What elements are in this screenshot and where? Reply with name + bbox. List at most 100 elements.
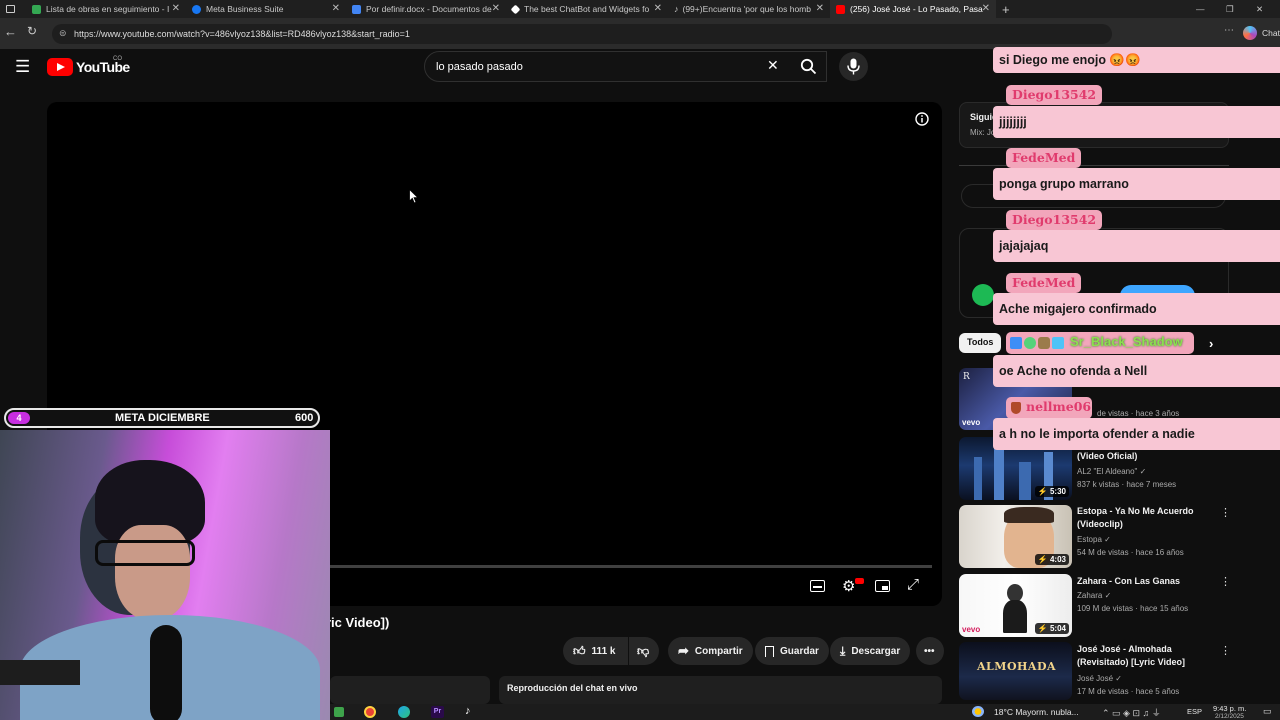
related-title[interactable]: José José - Almohada (Revisitado) [Lyric… [1077, 643, 1212, 669]
related-thumb[interactable]: ⚡ 4:03 [959, 505, 1072, 568]
tab-chatbot[interactable]: The best ChatBot and Widgets fo ✕ [506, 0, 668, 18]
chat-message-text: a h no le importa ofender a nadie [999, 427, 1195, 441]
like-count: 111 k [591, 645, 616, 657]
sheets-icon [32, 4, 41, 14]
app-icon[interactable] [334, 707, 344, 717]
premiere-icon[interactable]: Pr [431, 706, 444, 718]
tab-obras[interactable]: Lista de obras en seguimiento - I ✕ [26, 0, 186, 18]
miniplayer-icon[interactable] [875, 580, 890, 592]
close-tab-icon[interactable]: ✕ [172, 3, 180, 14]
playlist-mix-label: Mix: Jo [970, 128, 996, 137]
divider [959, 165, 1229, 166]
tab-youtube[interactable]: (256) José José - Lo Pasado, Pasa ✕ [830, 0, 996, 18]
download-icon: ⤓ [840, 643, 846, 658]
close-tab-icon[interactable]: ✕ [654, 3, 662, 14]
tab-tiktok[interactable]: ♪ (99+)Encuentra 'por que los homb ✕ [668, 0, 830, 18]
share-button[interactable]: ➦ Compartir [668, 637, 753, 665]
channel-name: AL2 "El Aldeano" [1077, 467, 1138, 476]
related-channel: José José ✓ [1077, 674, 1122, 683]
system-tray-icons[interactable]: ⌃ ▭ ◈ ⊡ ♫ ⏚ [1102, 706, 1161, 719]
mic-arm-shape [0, 660, 80, 685]
description-box[interactable] [330, 676, 490, 704]
chat-username-badge: nellme06 [1006, 397, 1092, 419]
clock-time[interactable]: 9:43 p. m. [1213, 704, 1246, 713]
dislike-button[interactable]: 👎︎ [629, 637, 659, 665]
video-progress-bar[interactable] [330, 565, 932, 568]
more-vert-icon[interactable]: ⋮ [1220, 506, 1231, 519]
notifications-icon[interactable]: ▭ [1263, 706, 1272, 717]
related-thumb[interactable]: vevo ⚡ 5:04 [959, 574, 1072, 637]
related-thumb[interactable]: ALMOHADA [959, 642, 1072, 700]
chat-replay-panel[interactable]: Reproducción del chat en vivo [499, 676, 942, 704]
stream-goal-bar: 4 META DICIEMBRE 600 [4, 408, 320, 428]
chat-message: Ache migajero confirmado [993, 293, 1280, 325]
voice-search-button[interactable] [839, 52, 868, 81]
menu-icon[interactable]: ☰ [15, 57, 30, 77]
settings-icon[interactable]: ⚙ [842, 577, 855, 595]
edge-icon[interactable] [398, 706, 410, 718]
related-stats: 17 M de vistas · hace 5 años [1077, 687, 1180, 696]
microphone-shape [150, 625, 182, 720]
language[interactable]: ESP [1187, 707, 1202, 716]
clear-search-icon[interactable]: ✕ [767, 57, 779, 74]
chat-message: ponga grupo marrano [993, 168, 1280, 200]
tab-meta[interactable]: Meta Business Suite ✕ [186, 0, 346, 18]
close-tab-icon[interactable]: ✕ [332, 3, 340, 14]
badge-icon [1052, 337, 1064, 349]
tab-label: The best ChatBot and Widgets fo [524, 4, 650, 14]
copilot-icon[interactable] [1243, 26, 1257, 40]
close-tab-icon[interactable]: ✕ [816, 3, 824, 14]
search-icon [800, 58, 817, 75]
related-title[interactable]: Estopa - Ya No Me Acuerdo (Videoclip) [1077, 505, 1212, 531]
site-info-icon[interactable]: ⊜ [59, 28, 67, 39]
vevo-logo: vevo [962, 625, 981, 634]
close-tab-icon[interactable]: ✕ [982, 3, 990, 14]
building-shape [1019, 462, 1031, 500]
related-title[interactable]: (Video Oficial) [1077, 450, 1212, 463]
close-tab-icon[interactable]: ✕ [492, 3, 500, 14]
save-button[interactable]: Guardar [755, 637, 829, 665]
thumb-initial: R [963, 372, 970, 382]
chrome-icon[interactable] [364, 706, 376, 718]
related-stats: 109 M de vistas · hace 15 años [1077, 604, 1189, 613]
thumb-title-text: ALMOHADA [977, 660, 1057, 673]
back-icon[interactable]: ← [4, 24, 17, 39]
channel-name: Estopa [1077, 535, 1102, 544]
url-field[interactable]: ⊜ https://www.youtube.com/watch?v=486vly… [52, 24, 1112, 44]
chat-username: FedeMed [1006, 148, 1082, 168]
fullscreen-icon[interactable]: ⤢ [907, 576, 919, 593]
related-stats: 837 k vistas · hace 7 meses [1077, 480, 1177, 489]
new-tab-button[interactable]: + [996, 0, 1020, 18]
more-vert-icon[interactable]: ⋮ [1220, 575, 1231, 588]
chat-username: Diego13542 [1006, 85, 1103, 105]
youtube-favicon-icon [836, 4, 845, 14]
spotify-icon [972, 284, 994, 306]
chat-message: jjjjjjjj [993, 106, 1280, 138]
more-vert-icon[interactable]: ⋮ [1220, 644, 1231, 657]
more-menu-icon[interactable]: ⋯ [1224, 25, 1234, 36]
chip-all[interactable]: Todos [959, 333, 1001, 353]
close-window-icon[interactable]: ✕ [1250, 0, 1280, 18]
more-actions-button[interactable]: ••• [916, 637, 944, 665]
chip-next-icon[interactable]: › [1209, 336, 1213, 351]
maximize-icon[interactable]: ❐ [1220, 0, 1250, 18]
like-button[interactable]: 👍︎ 111 k [563, 637, 628, 665]
info-icon[interactable] [915, 112, 929, 126]
tab-actions-icon[interactable] [0, 0, 26, 18]
hair-shape [1004, 507, 1054, 523]
search-button[interactable] [792, 51, 827, 82]
clock-date[interactable]: 2/12/2025 [1215, 713, 1244, 720]
video-title: ric Video]) [326, 615, 390, 630]
reload-icon[interactable]: ↻ [27, 24, 37, 38]
region-code: CO [113, 56, 122, 62]
tab-docs[interactable]: Por definir.docx - Documentos de ✕ [346, 0, 506, 18]
youtube-logo-icon[interactable] [47, 58, 73, 76]
subtitles-icon[interactable] [810, 580, 825, 592]
download-button[interactable]: ⤓ Descargar [830, 637, 911, 665]
minimize-icon[interactable]: — [1190, 0, 1220, 18]
duration-badge: ⚡ 5:30 [1034, 486, 1069, 497]
tab-label: (99+)Encuentra 'por que los homb [682, 4, 812, 14]
tiktok-app-icon[interactable]: ♪ [465, 705, 471, 717]
related-title[interactable]: Zahara - Con Las Ganas [1077, 575, 1212, 588]
thumbs-down-icon: 👎︎ [637, 643, 650, 658]
